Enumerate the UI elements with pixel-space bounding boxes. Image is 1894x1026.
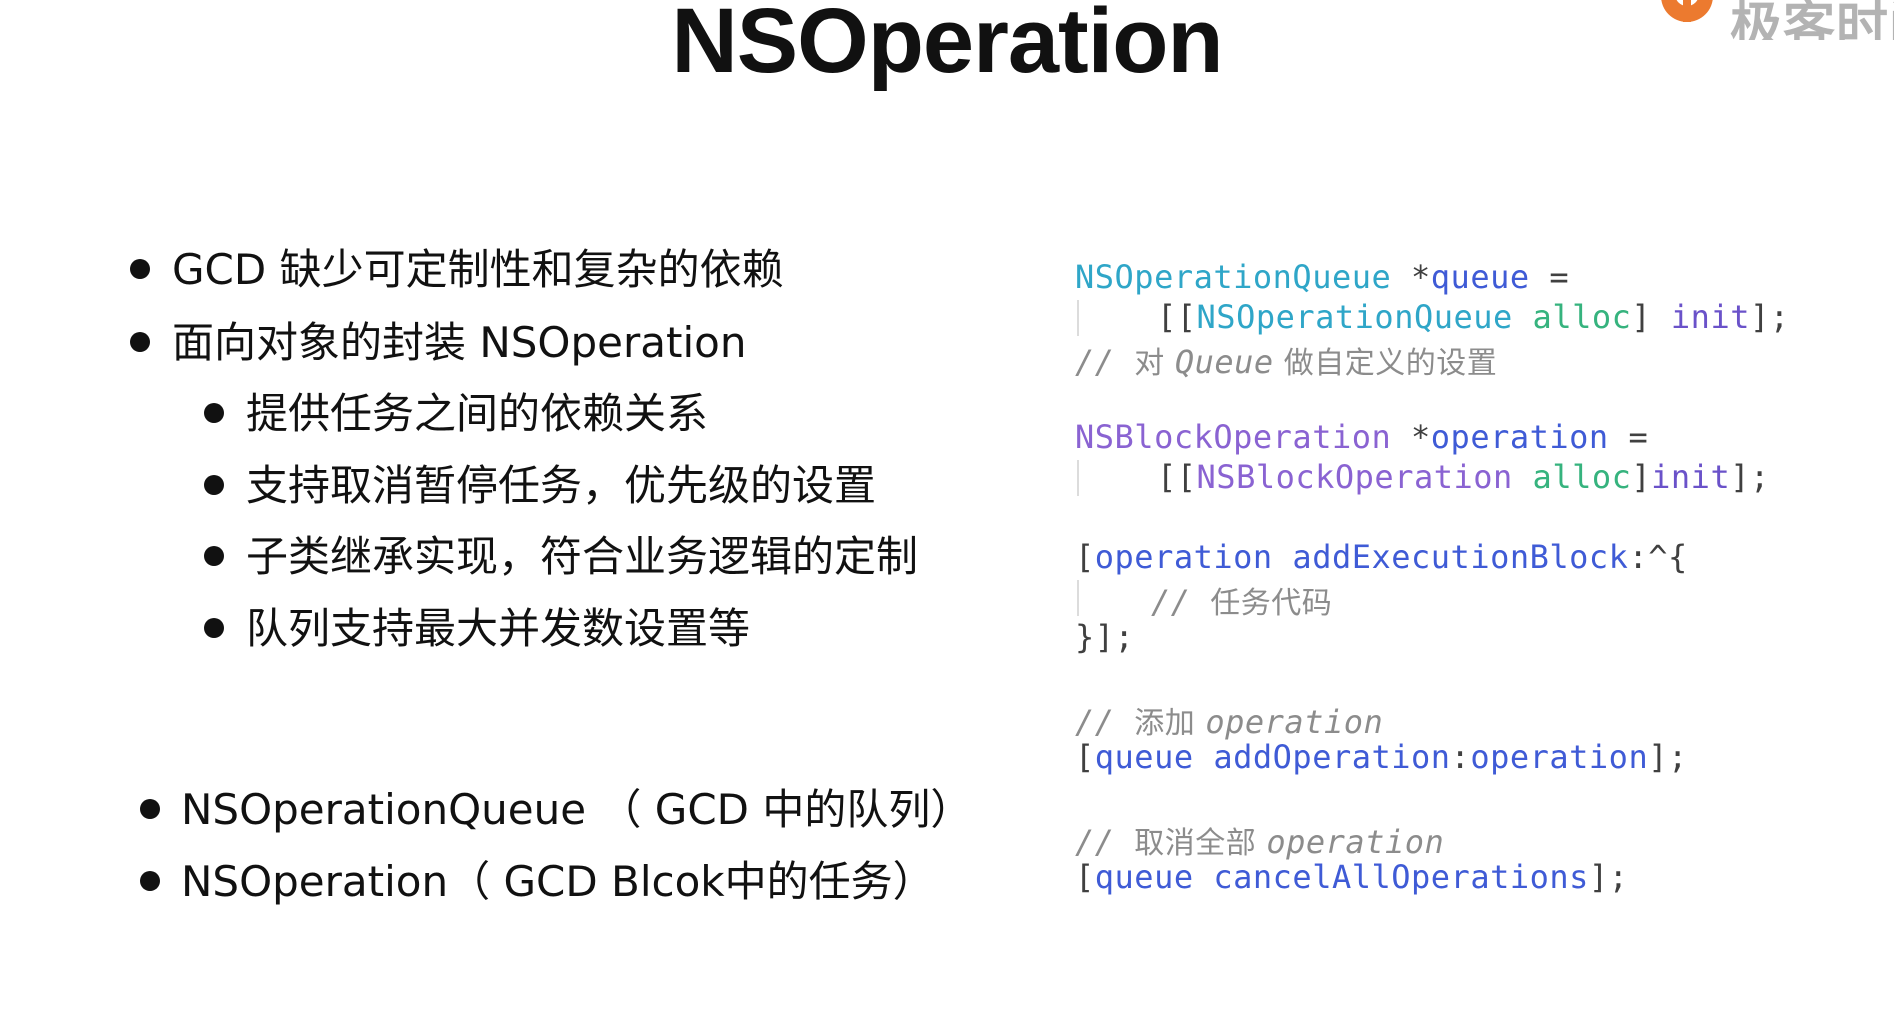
sub-bullet-cancel-pause: 支持取消暂停任务，优先级的设置 xyxy=(246,461,877,510)
sub-bullet-subclass: 子类继承实现，符合业务逻辑的定制 xyxy=(246,532,919,581)
code-comment-task: // 任务代码 xyxy=(1151,583,1333,621)
brand-logo-icon xyxy=(1661,0,1713,22)
bullet-dot xyxy=(130,332,150,352)
code-comment-queue-setup: // 对 Queue 做自定义的设置 xyxy=(1075,343,1498,381)
code-line-5: [[NSBlockOperation alloc]init]; xyxy=(1157,458,1770,496)
bullet-gcd-limitation: GCD 缺少可定制性和复杂的依赖 xyxy=(172,245,784,294)
brand-logo-text: 极客时间 xyxy=(1730,0,1894,40)
bullet-oop-wrapper: 面向对象的封装 NSOperation xyxy=(172,318,747,367)
mapping-bullet-dot xyxy=(140,871,160,891)
sub-bullet-dot xyxy=(204,403,224,423)
code-sample: NSOperationQueue *queue = [[NSOperationQ… xyxy=(1075,258,1789,1018)
sub-bullet-dot xyxy=(204,475,224,495)
sub-bullet-concurrency: 队列支持最大并发数设置等 xyxy=(246,604,751,653)
mapping-bullet-queue: NSOperationQueue （ GCD 中的队列） xyxy=(181,785,973,834)
code-line-8: }]; xyxy=(1075,618,1135,656)
indent-guide xyxy=(1077,300,1079,336)
code-comment-add: // 添加 operation xyxy=(1075,703,1384,741)
indent-guide xyxy=(1077,460,1079,496)
indent-guide xyxy=(1077,580,1079,616)
code-line-6: [operation addExecutionBlock:^{ xyxy=(1075,538,1688,576)
code-line-4: NSBlockOperation *operation = xyxy=(1075,418,1649,456)
code-line-12: [queue cancelAllOperations]; xyxy=(1075,858,1629,896)
brand-logo: 极客时间 xyxy=(1650,0,1894,40)
sub-bullet-dot xyxy=(204,546,224,566)
mapping-bullet-operation: NSOperation（ GCD Blcok中的任务） xyxy=(181,857,935,906)
mapping-bullet-dot xyxy=(140,799,160,819)
code-line-2: [[NSOperationQueue alloc] init]; xyxy=(1157,298,1790,336)
sub-bullet-dependency: 提供任务之间的依赖关系 xyxy=(246,389,709,438)
slide-title: NSOperation xyxy=(671,0,1223,92)
code-line-10: [queue addOperation:operation]; xyxy=(1075,738,1688,776)
bullet-dot xyxy=(130,259,150,279)
sub-bullet-dot xyxy=(204,618,224,638)
code-line-1: NSOperationQueue *queue = xyxy=(1075,258,1570,296)
code-comment-cancel: // 取消全部 operation xyxy=(1075,823,1445,861)
